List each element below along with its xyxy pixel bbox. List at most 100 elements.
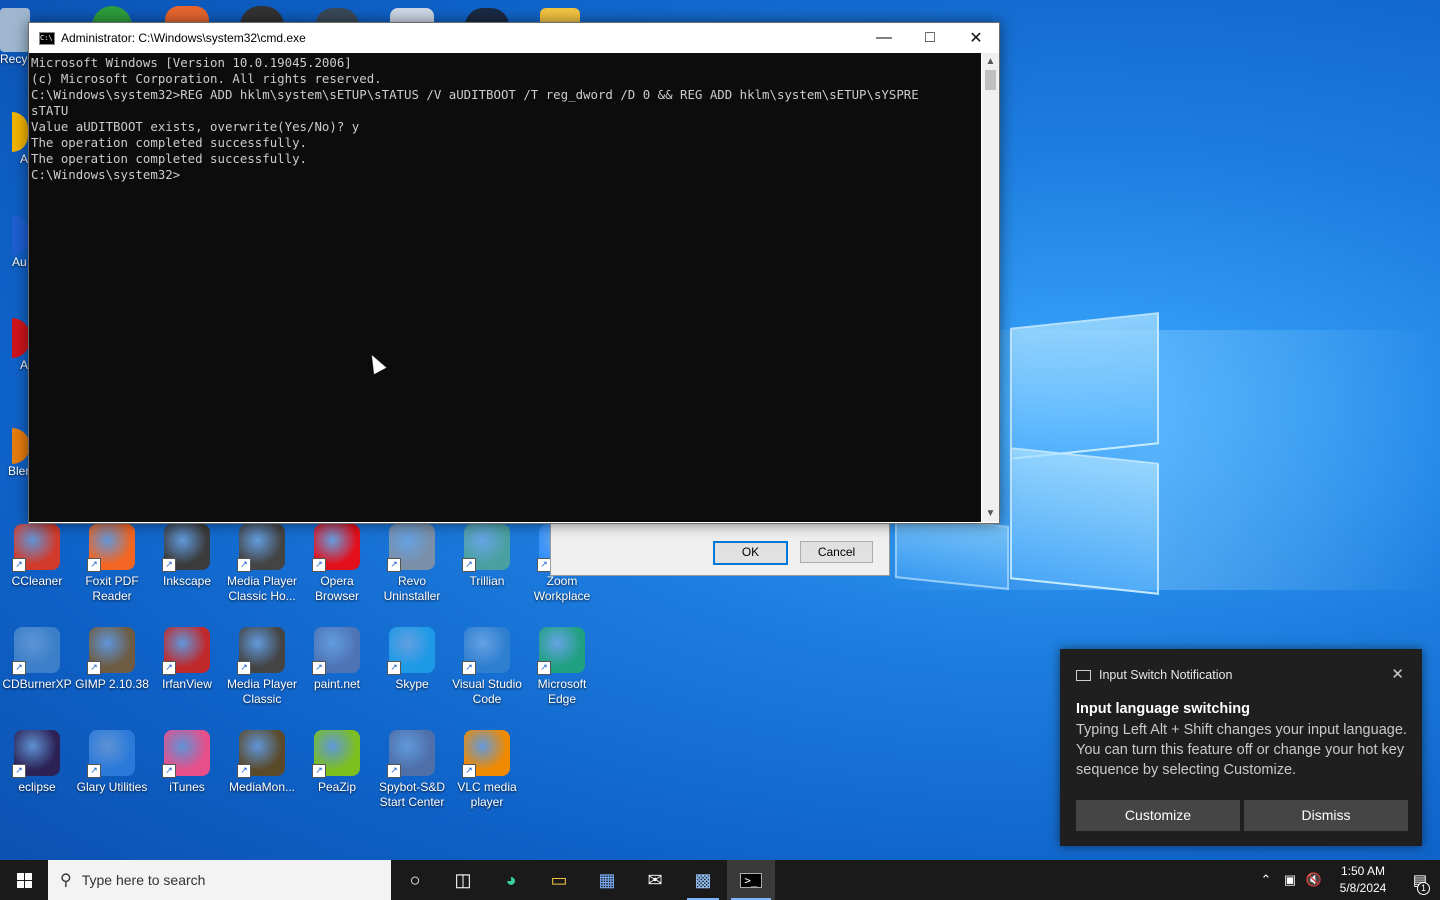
vscode-icon: ↗ [462,627,510,675]
minimize-icon[interactable]: — [861,23,907,53]
input-switch-notification[interactable]: Input Switch Notification ✕ Input langua… [1060,649,1422,846]
console-line: C:\Windows\system32>REG ADD hklm\system\… [31,87,919,102]
desktop-icon-trillian[interactable]: ↗ Trillian [450,524,524,589]
taskbar-cmd[interactable]: >_ [727,860,775,900]
windows-logo-pane [1010,447,1159,595]
desktop-icon-glary[interactable]: ↗ Glary Utilities [75,730,149,795]
taskbar-file-explorer[interactable]: ▭ [535,860,583,900]
scroll-up-icon[interactable]: ▲ [982,53,999,70]
cmd-titlebar[interactable]: C:\ Administrator: C:\Windows\system32\c… [29,23,999,53]
partial-desktop-icon[interactable]: Au [0,215,30,269]
eclipse-icon: ↗ [12,730,60,778]
trillian-icon: ↗ [462,524,510,572]
cortana-button[interactable]: ○ [391,860,439,900]
background-dialog: OK Cancel [550,522,890,576]
partial-desktop-icon[interactable]: Recy [0,8,30,66]
desktop-icon-mpc[interactable]: ↗ Media Player Classic [225,627,299,707]
desktop-icon-spybot[interactable]: ↗ Spybot-S&D Start Center [375,730,449,810]
ccleaner-icon: ↗ [12,524,60,572]
desktop-icon-mediamonkey[interactable]: ↗ MediaMon... [225,730,299,795]
scroll-down-icon[interactable]: ▼ [982,505,999,522]
desktop-icon-ccleaner[interactable]: ↗ CCleaner [0,524,74,589]
taskbar: ⚲ Type here to search ○ ◫ ◕ ▭ ▦ ✉ ▩ >_ ⌃… [0,860,1440,900]
desktop-icon-gimp[interactable]: ↗ GIMP 2.10.38 [75,627,149,692]
desktop-icon-vlc[interactable]: ↗ VLC media player [450,730,524,810]
customize-button[interactable]: Customize [1076,800,1240,831]
desktop-icon-edge[interactable]: ↗ Microsoft Edge [525,627,599,707]
desktop-icon-irfanview[interactable]: ↗ IrfanView [150,627,224,692]
network-icon[interactable]: ▣ [1278,872,1302,888]
dismiss-button[interactable]: Dismiss [1244,800,1408,831]
start-button[interactable] [0,860,48,900]
spybot-icon: ↗ [387,730,435,778]
scroll-thumb[interactable] [985,70,996,90]
task-view-icon: ◫ [454,869,472,890]
volume-muted-icon[interactable]: 🔇 [1302,872,1326,888]
desktop-icon-foxit[interactable]: ↗ Foxit PDF Reader [75,524,149,604]
taskbar-clock[interactable]: 1:50 AM 5/8/2024 [1332,863,1394,897]
foxit-icon: ↗ [87,524,135,572]
media-player-icon: ↗ [237,627,285,675]
desktop-icon-vscode[interactable]: ↗ Visual Studio Code [450,627,524,707]
windows-icon [16,872,32,888]
task-view-button[interactable]: ◫ [439,860,487,900]
desktop-icon-skype[interactable]: ↗ Skype [375,627,449,692]
close-icon[interactable]: ✕ [953,23,999,53]
mail-icon: ✉ [647,869,663,890]
edge-icon: ↗ [537,627,585,675]
console-line: The operation completed successfully. [31,151,308,166]
cortana-icon: ○ [409,869,421,890]
paintnet-icon: ↗ [312,627,360,675]
folder-icon: ▭ [550,869,568,890]
inkscape-icon: ↗ [162,524,210,572]
maximize-icon[interactable]: □ [907,23,953,53]
cmd-window[interactable]: C:\ Administrator: C:\Windows\system32\c… [28,22,1000,524]
desktop-icon-cdburnerxp[interactable]: ↗ CDBurnerXP [0,627,74,692]
glary-icon: ↗ [87,730,135,778]
opera-icon: ↗ [312,524,360,572]
partial-desktop-icon[interactable]: Bler [0,428,30,478]
notification-body: Typing Left Alt + Shift changes your inp… [1076,722,1407,778]
partial-desktop-icon[interactable]: A [0,318,30,372]
notification-header: Input Switch Notification [1076,668,1232,682]
desktop-icon-revo[interactable]: ↗ Revo Uninstaller [375,524,449,604]
console-output[interactable]: Microsoft Windows [Version 10.0.19045.20… [29,53,981,522]
taskbar-store[interactable]: ▦ [583,860,631,900]
console-line: (c) Microsoft Corporation. All rights re… [31,71,382,86]
console-line: The operation completed successfully. [31,135,308,150]
console-scrollbar[interactable]: ▲ ▼ [982,53,999,522]
windows-logo-pane [895,514,1009,590]
notification-title: Input language switching [1076,701,1250,717]
desktop-icon-inkscape[interactable]: ↗ Inkscape [150,524,224,589]
taskbar-search-box[interactable]: ⚲ Type here to search [48,860,391,900]
console-line: sTATU [31,103,69,118]
ok-button[interactable]: OK [713,541,788,565]
gimp-icon: ↗ [87,627,135,675]
taskbar-mail[interactable]: ✉ [631,860,679,900]
mediamonkey-icon: ↗ [237,730,285,778]
desktop-icon-opera[interactable]: ↗ Opera Browser [300,524,374,604]
desktop-icon-itunes[interactable]: ↗ iTunes [150,730,224,795]
action-center-button[interactable]: ▤ 1 [1400,871,1440,895]
itunes-icon: ↗ [162,730,210,778]
desktop-icon-eclipse[interactable]: ↗ eclipse [0,730,74,795]
chevron-up-icon[interactable]: ⌃ [1254,872,1278,888]
skype-icon: ↗ [387,627,435,675]
notification-app-name: Input Switch Notification [1099,668,1233,682]
revo-icon: ↗ [387,524,435,572]
cancel-button[interactable]: Cancel [800,541,873,563]
taskbar-edge[interactable]: ◕ [487,860,535,900]
close-icon[interactable]: ✕ [1391,665,1404,683]
desktop-icon-peazip[interactable]: ↗ PeaZip [300,730,374,795]
partial-desktop-icon[interactable]: A [0,112,30,166]
taskbar-network-app[interactable]: ▩ [679,860,727,900]
console-line: Value aUDITBOOT exists, overwrite(Yes/No… [31,119,360,134]
desktop-icon-mpc-hc[interactable]: ↗ Media Player Classic Ho... [225,524,299,604]
console-prompt: C:\Windows\system32> [31,167,181,182]
network-app-icon: ▩ [694,869,712,890]
windows-logo-pane [1010,312,1159,460]
search-icon: ⚲ [60,872,72,889]
media-player-icon: ↗ [237,524,285,572]
desktop-icon-paintnet[interactable]: ↗ paint.net [300,627,374,692]
cdburner-icon: ↗ [12,627,60,675]
